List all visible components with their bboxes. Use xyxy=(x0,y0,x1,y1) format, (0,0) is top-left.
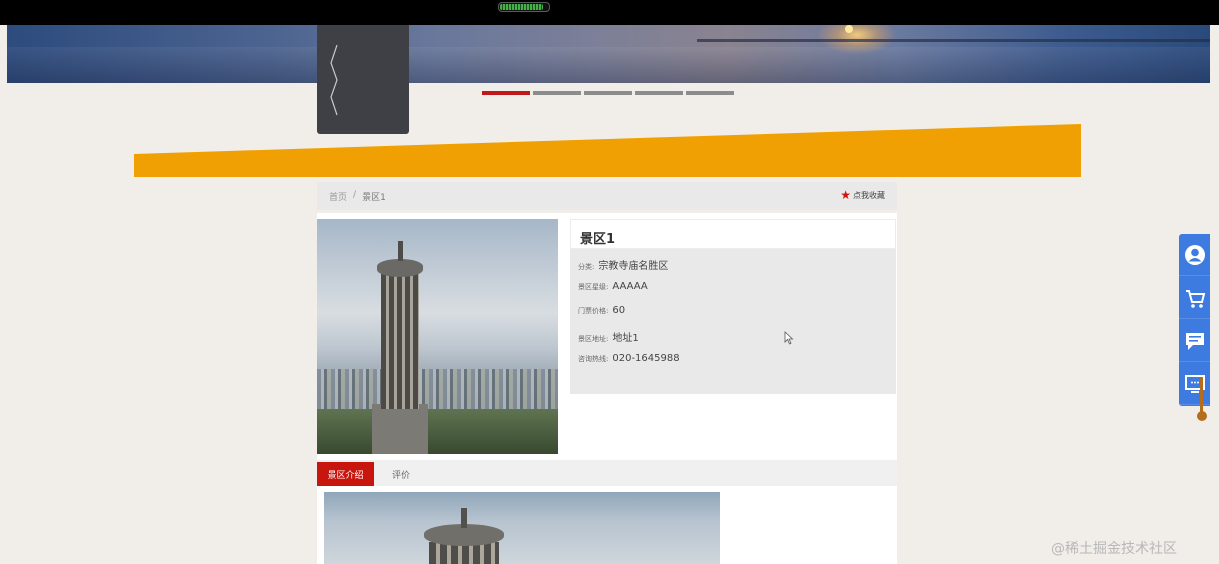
monitor-icon[interactable] xyxy=(1179,363,1210,405)
carousel-indicators[interactable] xyxy=(482,91,742,95)
info-label: 咨询热线: xyxy=(578,355,609,363)
info-value: 宗教寺庙名胜区 xyxy=(598,261,669,272)
info-row-address: 景区地址: 地址1 xyxy=(578,329,639,344)
info-label: 景区星级: xyxy=(578,283,609,291)
detail-tabs: 景区介绍 评价 xyxy=(317,460,897,486)
breadcrumb-separator: / xyxy=(353,190,357,200)
carousel-dot[interactable] xyxy=(533,91,581,95)
tab-review[interactable]: 评价 xyxy=(381,462,421,486)
watermark: @稀土掘金技术社区 xyxy=(1051,541,1177,557)
side-nav xyxy=(1179,234,1210,406)
top-black-bar xyxy=(0,0,1219,25)
scenic-info-card: 景区1 分类: 宗教寺庙名胜区 景区星级: AAAAA 门票价格: 60 景区地… xyxy=(570,219,896,394)
chat-icon[interactable] xyxy=(1179,320,1210,362)
carousel-dot[interactable] xyxy=(482,91,530,95)
star-icon: ★ xyxy=(840,188,851,202)
orange-banner-band xyxy=(134,124,1081,177)
nav-dropdown-panel[interactable] xyxy=(317,25,409,134)
info-row-price: 门票价格: 60 xyxy=(578,305,625,316)
info-value: 020-1645988 xyxy=(612,353,680,364)
scenic-main-image xyxy=(317,219,558,454)
user-icon[interactable] xyxy=(1179,234,1210,276)
cart-icon[interactable] xyxy=(1179,277,1210,319)
breadcrumb: 首页 / 景区1 xyxy=(329,190,386,203)
info-label: 景区地址: xyxy=(578,335,609,343)
carousel-dot[interactable] xyxy=(686,91,734,95)
info-row-rating: 景区星级: AAAAA xyxy=(578,281,648,292)
scenic-title-bar: 景区1 xyxy=(570,219,896,249)
breadcrumb-current: 景区1 xyxy=(362,193,386,203)
info-value: AAAAA xyxy=(612,281,648,292)
mouse-cursor-icon xyxy=(784,331,794,345)
info-label: 门票价格: xyxy=(578,307,609,315)
battery-icon xyxy=(498,2,550,12)
breadcrumb-home-link[interactable]: 首页 xyxy=(329,190,347,203)
intro-image xyxy=(324,492,720,564)
carousel-dot[interactable] xyxy=(635,91,683,95)
scenic-title: 景区1 xyxy=(580,232,616,247)
info-row-hotline: 咨询热线: 020-1645988 xyxy=(578,353,680,364)
favorite-button[interactable]: ★ 点我收藏 xyxy=(840,189,885,201)
breadcrumb-bar: 首页 / 景区1 ★ 点我收藏 xyxy=(317,182,897,210)
favorite-label: 点我收藏 xyxy=(853,190,885,200)
carousel-dot[interactable] xyxy=(584,91,632,95)
hero-banner-image xyxy=(7,25,1210,83)
info-row-category: 分类: 宗教寺庙名胜区 xyxy=(578,257,668,272)
info-value: 地址1 xyxy=(612,333,639,344)
tab-intro[interactable]: 景区介绍 xyxy=(317,462,374,486)
zigzag-icon xyxy=(330,45,338,116)
side-scroll-handle[interactable] xyxy=(1197,411,1207,421)
info-label: 分类: xyxy=(578,263,595,271)
info-value: 60 xyxy=(612,305,626,316)
